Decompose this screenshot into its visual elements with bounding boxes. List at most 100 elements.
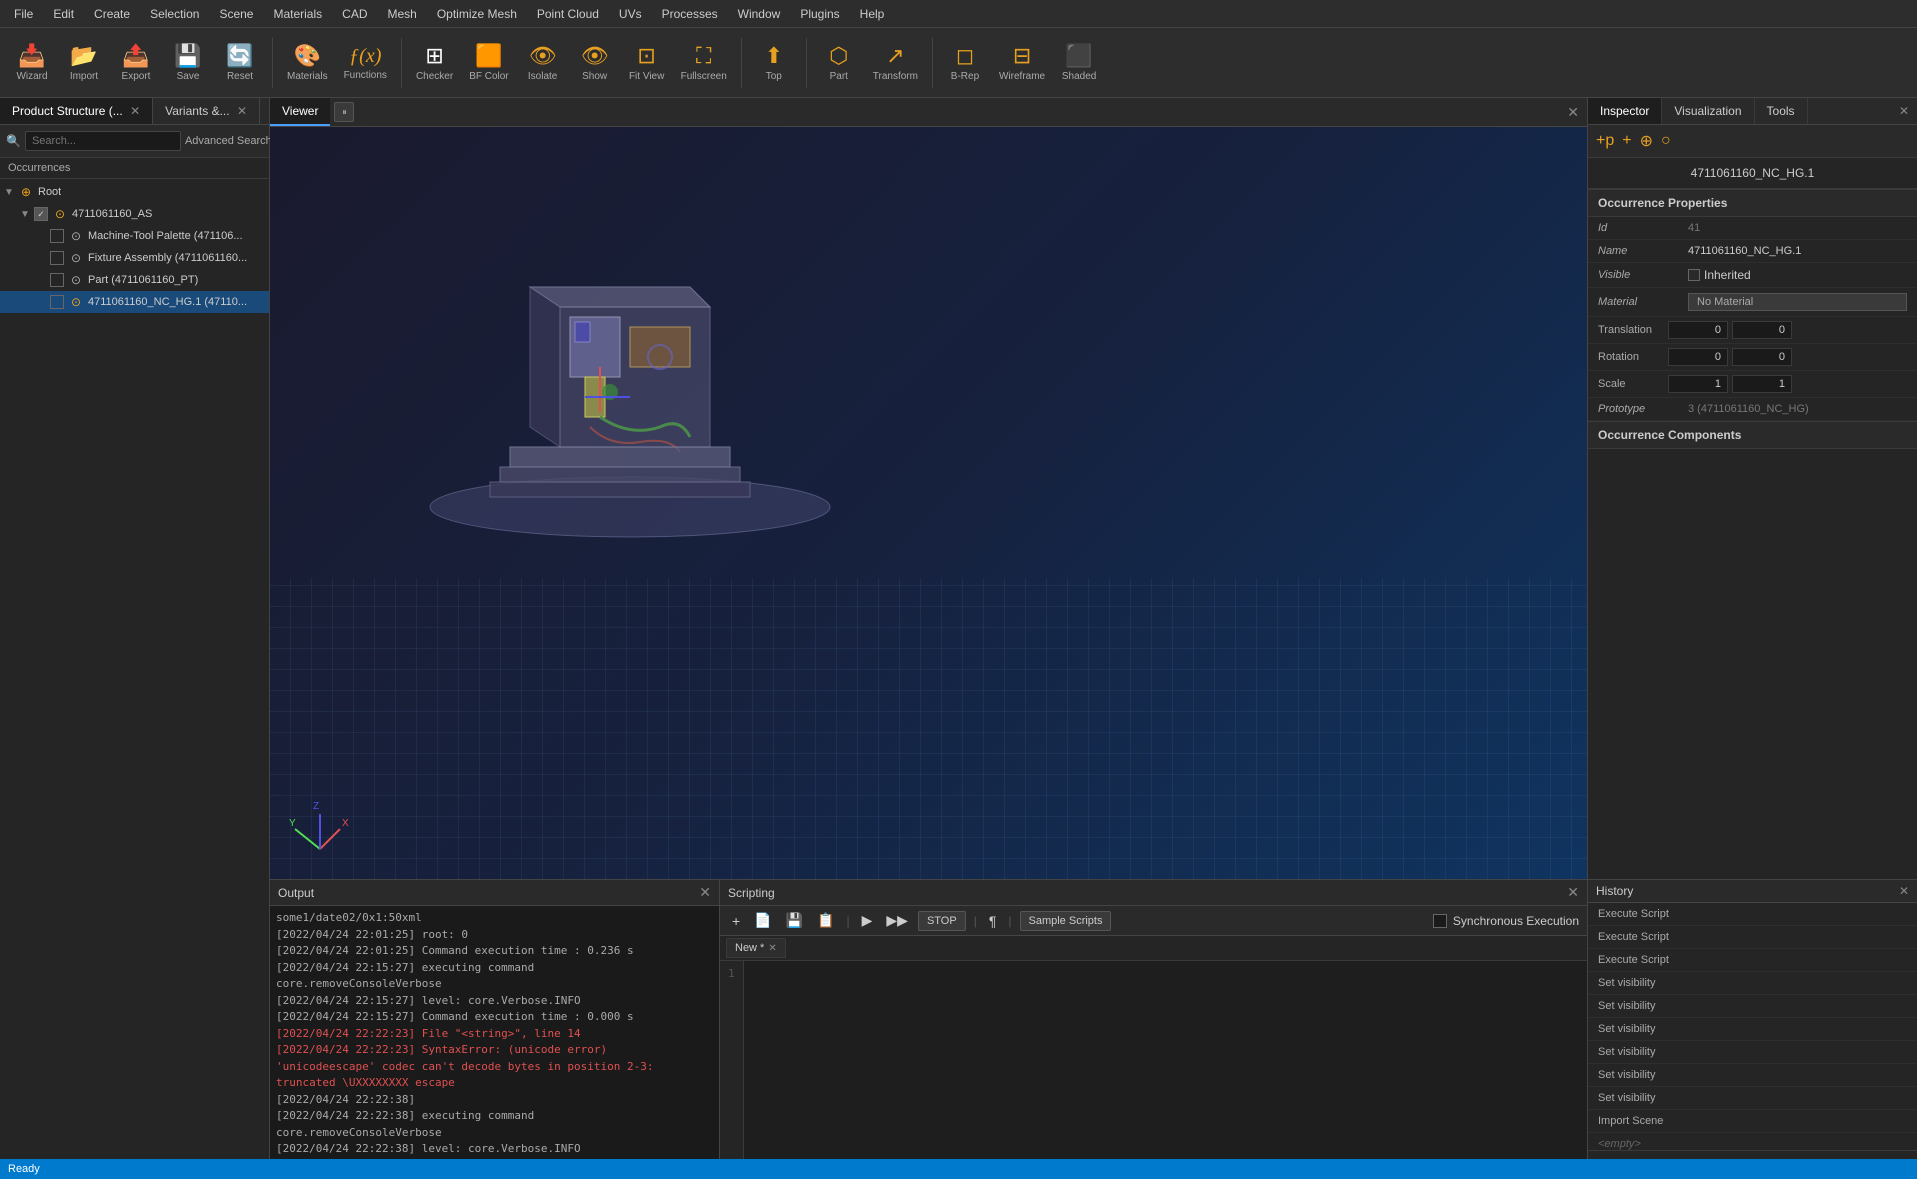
menu-scene[interactable]: Scene [209, 3, 263, 25]
menu-edit[interactable]: Edit [43, 3, 84, 25]
translation-x-field[interactable] [1668, 321, 1728, 339]
menu-window[interactable]: Window [728, 3, 791, 25]
history-item-8[interactable]: Set visibility [1588, 1087, 1917, 1110]
menu-optimize-mesh[interactable]: Optimize Mesh [427, 3, 527, 25]
inspector-close-button[interactable]: ✕ [1899, 104, 1909, 118]
toolbar-part[interactable]: ⬡ Part [815, 39, 863, 86]
history-item-10[interactable]: <empty> [1588, 1133, 1917, 1150]
rotation-x-field[interactable] [1668, 348, 1728, 366]
sync-execution-checkbox[interactable] [1433, 914, 1447, 928]
rotation-y-field[interactable] [1732, 348, 1792, 366]
history-item-4[interactable]: Set visibility [1588, 995, 1917, 1018]
menu-selection[interactable]: Selection [140, 3, 209, 25]
scale-x-field[interactable] [1668, 375, 1728, 393]
script-save-icon[interactable]: 💾 [782, 910, 807, 931]
menu-help[interactable]: Help [850, 3, 895, 25]
scale-y-field[interactable] [1732, 375, 1792, 393]
menu-mesh[interactable]: Mesh [378, 3, 427, 25]
menu-materials[interactable]: Materials [263, 3, 332, 25]
tab-product-structure[interactable]: Product Structure (... ✕ [0, 98, 153, 124]
3d-scene[interactable]: X Y Z [270, 127, 1587, 879]
menu-uvs[interactable]: UVs [609, 3, 652, 25]
history-item-6[interactable]: Set visibility [1588, 1041, 1917, 1064]
history-close-button[interactable]: ✕ [1899, 884, 1909, 898]
root-arrow[interactable]: ▼ [4, 187, 18, 198]
circle-icon[interactable]: ○ [1661, 132, 1671, 150]
toolbar-fit-view[interactable]: ⊡ Fit View [623, 39, 671, 86]
tab-variants[interactable]: Variants &... ✕ [153, 98, 260, 124]
script-stop-button[interactable]: STOP [918, 911, 966, 931]
tree-item-root[interactable]: ▼ ⊕ Root [0, 181, 269, 203]
viewer-tab[interactable]: Viewer [270, 98, 330, 126]
script-run-button[interactable]: ▶ [858, 910, 877, 931]
tree-item-fixture[interactable]: ⊙ Fixture Assembly (4711061160... [0, 247, 269, 269]
toolbar-export[interactable]: 📤 Export [112, 39, 160, 86]
history-item-9[interactable]: Import Scene [1588, 1110, 1917, 1133]
toolbar-show[interactable]: 👁 Show [571, 39, 619, 86]
history-item-2[interactable]: Execute Script [1588, 949, 1917, 972]
viewer-3d-container[interactable]: Part Occurrences 4 Triangles 75926 Point… [270, 127, 1587, 879]
product-structure-close[interactable]: ✕ [130, 104, 140, 118]
toolbar-functions[interactable]: ƒ(x) Functions [338, 41, 393, 85]
script-new-icon[interactable]: 📄 [750, 910, 775, 931]
script-add-button[interactable]: + [728, 911, 744, 931]
toolbar-materials[interactable]: 🎨 Materials [281, 39, 334, 86]
history-item-3[interactable]: Set visibility [1588, 972, 1917, 995]
sample-scripts-button[interactable]: Sample Scripts [1020, 911, 1112, 931]
history-item-5[interactable]: Set visibility [1588, 1018, 1917, 1041]
history-item-0[interactable]: Execute Script [1588, 903, 1917, 926]
code-editor[interactable] [744, 961, 1587, 1179]
script-save-all-icon[interactable]: 📋 [813, 910, 838, 931]
toolbar-checker[interactable]: ⊞ Checker [410, 39, 459, 86]
scripting-close-button[interactable]: ✕ [1567, 884, 1579, 901]
menu-processes[interactable]: Processes [652, 3, 728, 25]
tab-visualization[interactable]: Visualization [1662, 98, 1754, 124]
script-new-tab[interactable]: New * ✕ [726, 938, 786, 958]
menu-create[interactable]: Create [84, 3, 140, 25]
tree-item-as[interactable]: ▼ ✓ ⊙ 4711061160_AS [0, 203, 269, 225]
toolbar-isolate[interactable]: 👁 Isolate [519, 39, 567, 86]
viewer-pause-button[interactable]: ⏸ [334, 102, 354, 122]
link-icon[interactable]: ⊕ [1640, 131, 1653, 151]
tab-inspector[interactable]: Inspector [1588, 98, 1662, 124]
tree-item-nc-hg[interactable]: ⊙ 4711061160_NC_HG.1 (47110... [0, 291, 269, 313]
part-checkbox[interactable] [50, 273, 64, 287]
toolbar-save[interactable]: 💾 Save [164, 39, 212, 86]
add-icon[interactable]: + [1622, 132, 1631, 150]
history-item-1[interactable]: Execute Script [1588, 926, 1917, 949]
output-close-button[interactable]: ✕ [699, 884, 711, 901]
toolbar-reset[interactable]: 🔄 Reset [216, 39, 264, 86]
nc-hg-checkbox[interactable] [50, 295, 64, 309]
toolbar-transform[interactable]: ↗ Transform [867, 39, 924, 86]
tree-item-part[interactable]: ⊙ Part (4711061160_PT) [0, 269, 269, 291]
menu-point-cloud[interactable]: Point Cloud [527, 3, 609, 25]
script-debug-button[interactable]: ▶▶ [882, 910, 912, 931]
translation-y-field[interactable] [1732, 321, 1792, 339]
menu-plugins[interactable]: Plugins [790, 3, 849, 25]
toolbar-top[interactable]: ⬆ Top [750, 39, 798, 86]
tab-tools[interactable]: Tools [1755, 98, 1808, 124]
tree-item-machine-tool[interactable]: ⊙ Machine-Tool Palette (471106... [0, 225, 269, 247]
toolbar-import[interactable]: 📂 Import [60, 39, 108, 86]
toolbar-brep[interactable]: ◻ B-Rep [941, 39, 989, 86]
variants-close[interactable]: ✕ [237, 104, 247, 118]
toolbar-fullscreen[interactable]: ⛶ Fullscreen [675, 39, 733, 86]
search-input[interactable] [25, 131, 181, 151]
toolbar-wireframe[interactable]: ⊟ Wireframe [993, 39, 1051, 86]
script-format-button[interactable]: ¶ [985, 911, 1001, 931]
history-item-7[interactable]: Set visibility [1588, 1064, 1917, 1087]
advanced-search-button[interactable]: Advanced Search [185, 135, 272, 147]
viewer-close-button[interactable]: ✕ [1567, 104, 1579, 121]
visible-checkbox[interactable] [1688, 269, 1700, 281]
menu-file[interactable]: File [4, 3, 43, 25]
as-checkbox[interactable]: ✓ [34, 207, 48, 221]
toolbar-shaded[interactable]: ⬛ Shaded [1055, 39, 1103, 86]
fixture-checkbox[interactable] [50, 251, 64, 265]
machine-tool-checkbox[interactable] [50, 229, 64, 243]
material-button[interactable]: No Material [1688, 293, 1907, 311]
toolbar-wizard[interactable]: 📥 Wizard [8, 39, 56, 86]
as-arrow[interactable]: ▼ [20, 209, 34, 220]
toolbar-bf-color[interactable]: 🟧 BF Color [463, 39, 514, 86]
new-tab-close[interactable]: ✕ [768, 943, 776, 954]
add-p-icon[interactable]: +p [1596, 132, 1614, 150]
